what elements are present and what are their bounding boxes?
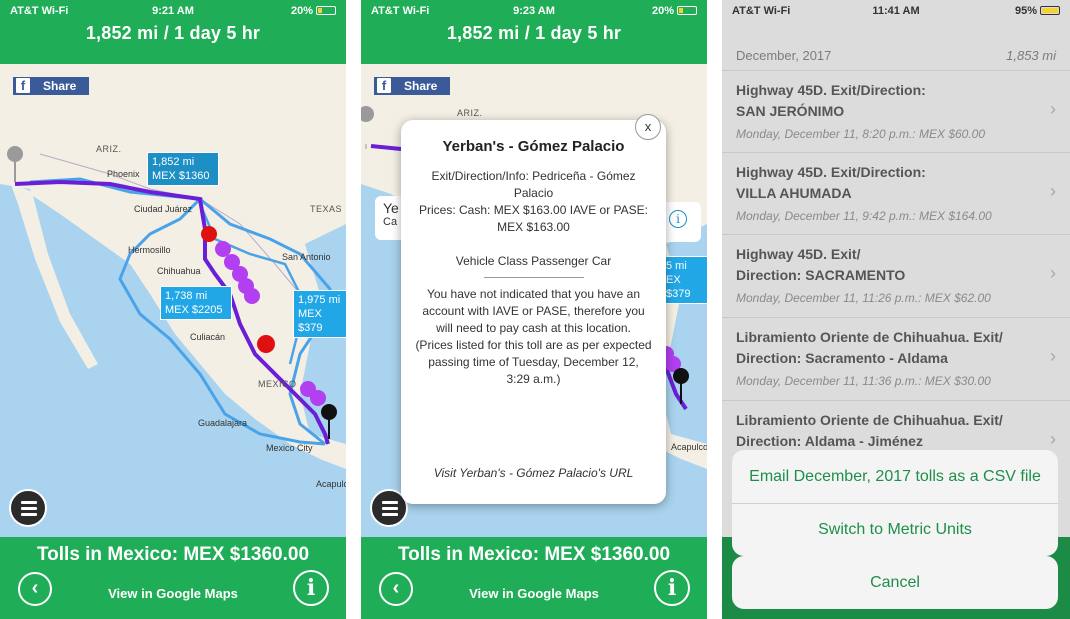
- popup-body: Exit/Direction/Info: Pedriceña - Gómez P…: [415, 168, 652, 405]
- tolls-total: Tolls in Mexico: MEX $1360.00: [397, 544, 671, 565]
- facebook-share-button[interactable]: f Share: [374, 77, 450, 95]
- callout-toll: MEX $2205: [165, 304, 223, 316]
- toll-meta: Monday, December 11, 8:20 p.m.: MEX $60.…: [736, 127, 986, 141]
- screen-toll-list: AT&T Wi-Fi 11:41 AM 95% December, 2017 1…: [722, 0, 1070, 619]
- popup-title: Yerban's - Gómez Palacio: [442, 138, 625, 155]
- facebook-share-button[interactable]: f Share: [13, 77, 89, 95]
- chevron-right-icon: ›: [1050, 181, 1056, 201]
- info-icon: i: [667, 575, 677, 601]
- toll-name: Libramiento Oriente de Chihuahua. Exit/D…: [736, 329, 1003, 366]
- info-icon: i: [306, 575, 316, 601]
- tolls-total: Tolls in Mexico: MEX $1360.00: [36, 544, 310, 565]
- region-label: MEXICO: [258, 379, 297, 389]
- battery-percent: 20%: [290, 5, 313, 17]
- chevron-right-icon: ›: [1050, 99, 1056, 119]
- metric-units-button[interactable]: Switch to Metric Units: [732, 503, 1058, 556]
- toll-name: Libramiento Oriente de Chihuahua. Exit/D…: [736, 412, 1003, 449]
- toll-list-item[interactable]: Libramiento Oriente de Chihuahua. Exit/D…: [722, 317, 1070, 397]
- city-label: Ciudad Juárez: [134, 204, 193, 214]
- header-bar: AT&T Wi-Fi 9:23 AM 20% 1,852 mi / 1 day …: [361, 0, 707, 64]
- chevron-right-icon: ›: [1050, 346, 1056, 366]
- battery-icon: [316, 6, 336, 15]
- chevron-right-icon: ›: [1050, 263, 1056, 283]
- info-icon[interactable]: i: [669, 210, 687, 228]
- total-distance: 1,853 mi: [1006, 48, 1056, 63]
- footer-bar: Tolls in Mexico: MEX $1360.00 ‹ View in …: [0, 537, 346, 619]
- callout-distance: 1,852 mi: [152, 156, 195, 168]
- city-label: Guadalajara: [198, 418, 248, 428]
- share-label: Share: [404, 79, 438, 93]
- toll-detail-popup: Yerban's - Gómez Palacio x Exit/Directio…: [401, 114, 666, 504]
- city-label: Culiacán: [190, 332, 226, 342]
- toll-list-button[interactable]: [9, 489, 47, 527]
- cancel-button[interactable]: Cancel: [732, 556, 1058, 609]
- city-label: Hermosillo: [128, 245, 171, 255]
- callout-toll: EX $379: [666, 274, 691, 300]
- map-view[interactable]: ARIZ. TEXAS MEXICO Phoenix Ciudad Juárez…: [0, 64, 346, 537]
- route-summary: 1,852 mi / 1 day 5 hr: [85, 23, 261, 43]
- toll-list-item[interactable]: Highway 45D. Exit/Direction: SAN JERÓNIMO…: [722, 70, 1070, 150]
- info-button[interactable]: i: [293, 570, 329, 606]
- battery-indicator: 95%: [1015, 5, 1060, 17]
- section-header: December, 2017 1,853 mi: [722, 48, 1070, 66]
- toll-meta: Monday, December 11, 11:36 p.m.: MEX $30…: [736, 374, 991, 388]
- toll-list-item[interactable]: Highway 45D. Exit/Direction: VILLA AHUMAD…: [722, 152, 1070, 232]
- screen-toll-detail: AT&T Wi-Fi 9:23 AM 20% 1,852 mi / 1 day …: [361, 0, 707, 619]
- route-callout-alt[interactable]: 1,738 mi MEX $2205: [160, 286, 232, 320]
- toll-name: Highway 45D. Exit/Direction: VILLA AHUMAD…: [736, 164, 926, 201]
- city-label: Acapulco: [316, 479, 346, 489]
- region-label: TEXAS: [310, 204, 343, 214]
- status-bar: AT&T Wi-Fi 11:41 AM 95%: [722, 5, 1070, 21]
- popup-vehicle-class: Vehicle Class Passenger Car: [455, 254, 612, 268]
- route-callout-alt[interactable]: 1,975 mi MEX $379: [293, 290, 346, 338]
- callout-toll: MEX $379: [298, 308, 323, 334]
- month-label: December, 2017: [736, 48, 832, 63]
- email-csv-button[interactable]: Email December, 2017 tolls as a CSV file: [732, 450, 1058, 503]
- status-bar: AT&T Wi-Fi 9:23 AM 20%: [361, 5, 707, 21]
- popup-prices: Prices: Cash: MEX $163.00 IAVE or PASE: …: [419, 203, 648, 234]
- battery-indicator: 20%: [291, 5, 336, 17]
- facebook-icon: f: [16, 78, 30, 93]
- info-button[interactable]: i: [654, 570, 690, 606]
- footer-bar: Tolls in Mexico: MEX $1360.00 ‹ View in …: [361, 537, 707, 619]
- popup-note: (Prices listed for this toll are as per …: [415, 338, 652, 386]
- route-callout-main[interactable]: 1,852 mi MEX $1360: [147, 152, 219, 186]
- callout-distance: 1,738 mi: [165, 290, 208, 302]
- city-label: Acapulco: [671, 442, 707, 452]
- screen-route-map: AT&T Wi-Fi 9:21 AM 20% 1,852 mi / 1 day …: [0, 0, 346, 619]
- share-label: Share: [43, 79, 77, 93]
- toll-name: Highway 45D. Exit/Direction: SACRAMENTO: [736, 246, 906, 283]
- battery-indicator: 20%: [652, 5, 697, 17]
- toll-meta: Monday, December 11, 9:42 p.m.: MEX $164…: [736, 209, 992, 223]
- status-bar: AT&T Wi-Fi 9:21 AM 20%: [0, 5, 346, 21]
- map-info-card: i: [661, 202, 701, 242]
- callout-distance: 1,975 mi: [298, 294, 341, 306]
- facebook-icon: f: [377, 78, 391, 93]
- route-callout-alt[interactable]: 5 mi EX $379: [661, 256, 707, 304]
- battery-icon: [677, 6, 697, 15]
- action-sheet: Email December, 2017 tolls as a CSV file…: [732, 450, 1058, 556]
- toll-meta: Monday, December 11, 11:26 p.m.: MEX $62…: [736, 291, 991, 305]
- divider: [483, 277, 584, 278]
- city-label: Mexico City: [266, 443, 313, 453]
- battery-percent: 20%: [651, 5, 674, 17]
- popup-exit-info: Exit/Direction/Info: Pedriceña - Gómez P…: [431, 169, 636, 200]
- toll-url-link[interactable]: Visit Yerban's - Gómez Palacio's URL: [401, 466, 666, 480]
- close-button[interactable]: x: [635, 114, 661, 140]
- toll-name: Highway 45D. Exit/Direction: SAN JERÓNIMO: [736, 82, 926, 119]
- callout-distance: 5 mi: [666, 260, 687, 272]
- region-label: ARIZ.: [457, 108, 483, 118]
- callout-toll: MEX $1360: [152, 170, 210, 182]
- region-label: ARIZ.: [96, 144, 122, 154]
- battery-icon: [1040, 6, 1060, 15]
- popup-warning: You have not indicated that you have an …: [422, 287, 645, 335]
- city-label: San Antonio: [282, 252, 331, 262]
- route-summary: 1,852 mi / 1 day 5 hr: [446, 23, 622, 43]
- city-label: Chihuahua: [157, 266, 201, 276]
- chevron-right-icon: ›: [1050, 429, 1056, 449]
- city-label: Phoenix: [107, 169, 140, 179]
- header-bar: AT&T Wi-Fi 9:21 AM 20% 1,852 mi / 1 day …: [0, 0, 346, 64]
- battery-percent: 95%: [1014, 5, 1037, 17]
- toll-list-item[interactable]: Highway 45D. Exit/Direction: SACRAMENTO …: [722, 234, 1070, 314]
